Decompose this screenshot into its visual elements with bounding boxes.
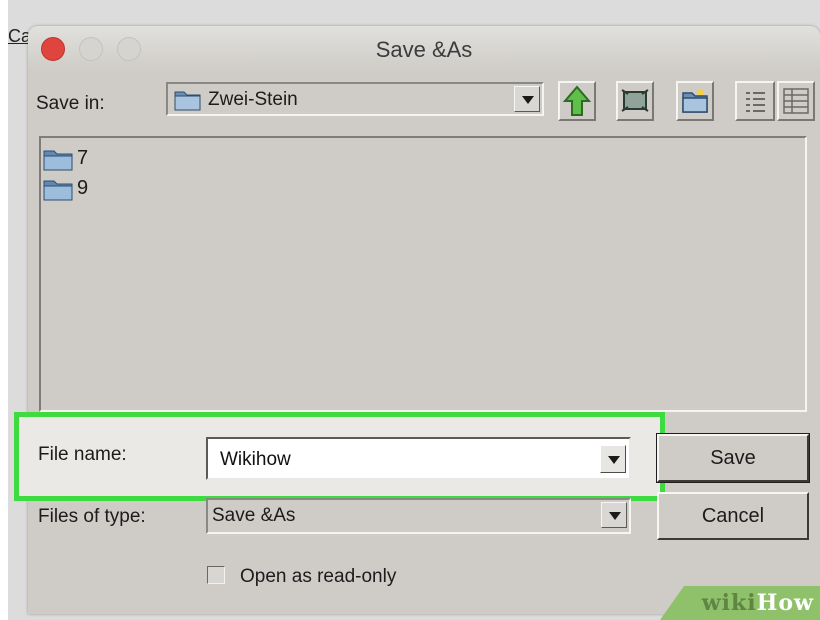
save-button[interactable]: Save (656, 433, 810, 483)
list-view-icon (746, 92, 765, 112)
cancel-button[interactable]: Cancel (657, 492, 809, 540)
list-view-button[interactable] (735, 81, 775, 121)
up-folder-icon (562, 85, 592, 116)
folder-icon (43, 180, 73, 201)
dialog-title: Save &As (375, 37, 473, 62)
file-name-dropdown-arrow[interactable] (600, 445, 626, 473)
wikihow-watermark: wikiHow (701, 590, 814, 616)
files-of-type-value: Save &As (212, 505, 296, 526)
files-of-type-label: Files of type: (38, 506, 146, 527)
desktop-button[interactable] (616, 81, 654, 121)
app-menu-item[interactable]: Ca (8, 26, 31, 66)
up-folder-button[interactable] (558, 81, 596, 121)
file-name-label: File name: (38, 444, 127, 465)
folder-icon (174, 91, 201, 111)
save-in-value: Zwei-Stein (208, 89, 298, 110)
desktop-icon (621, 89, 649, 112)
new-folder-button[interactable] (676, 81, 714, 121)
files-of-type-dropdown[interactable]: Save &As (206, 498, 631, 534)
folder-icon (43, 150, 73, 171)
file-name-input[interactable]: Wikihow (206, 437, 631, 480)
read-only-checkbox[interactable] (207, 566, 225, 584)
save-in-dropdown[interactable]: Zwei-Stein (166, 82, 544, 116)
new-folder-icon (682, 90, 708, 113)
list-item-label: 7 (77, 147, 89, 169)
details-view-icon (783, 88, 809, 114)
list-item-label: 9 (77, 177, 89, 199)
list-item[interactable]: 7 (43, 146, 113, 172)
details-view-button[interactable] (777, 81, 815, 121)
file-name-value: Wikihow (220, 449, 291, 470)
save-in-label: Save in: (36, 93, 105, 114)
dialog-titlebar: Save &As (28, 26, 820, 72)
save-in-dropdown-arrow[interactable] (514, 86, 540, 112)
list-item[interactable]: 9 (43, 176, 113, 202)
file-list[interactable]: 7 9 (39, 136, 807, 412)
read-only-label[interactable]: Open as read-only (240, 566, 396, 588)
files-of-type-dropdown-arrow[interactable] (601, 502, 627, 528)
